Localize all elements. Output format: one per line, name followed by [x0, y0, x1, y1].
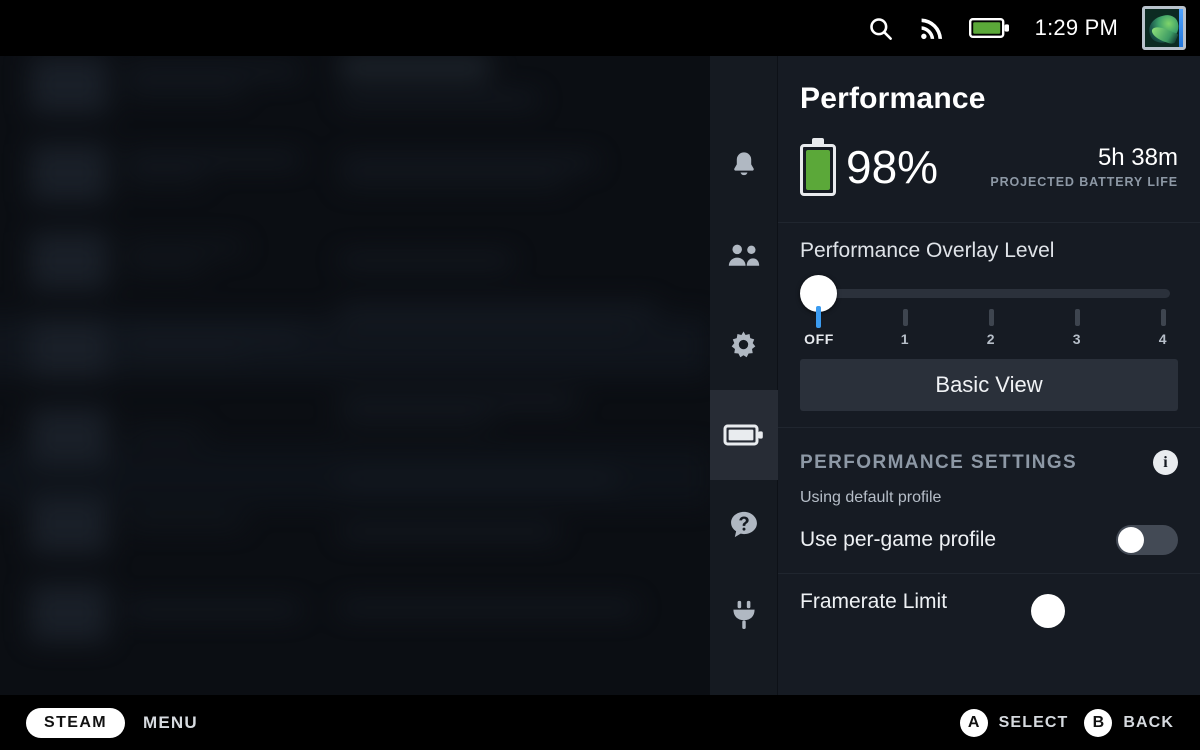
basic-view-button[interactable]: Basic View [800, 359, 1178, 411]
background-row [30, 496, 300, 554]
profile-subtitle: Using default profile [800, 489, 942, 506]
sidebar-item-help[interactable] [710, 480, 778, 570]
performance-settings-header: PERFORMANCE SETTINGS i [778, 428, 1200, 475]
steam-button[interactable]: STEAM [26, 707, 125, 738]
search-icon[interactable] [867, 15, 894, 42]
slider-tick [1161, 309, 1166, 326]
steam-deck-screen: 1:29 PM Performance 98% 5h 38m PROJECTED… [0, 0, 1200, 750]
background-thumb [30, 408, 108, 466]
slider-track[interactable] [818, 289, 1170, 298]
a-button-icon: A [959, 708, 988, 737]
qam-content: Performance 98% 5h 38m PROJECTED BATTERY… [778, 56, 1200, 695]
background-blur-layer [0, 56, 712, 695]
framerate-slider-knob[interactable] [1031, 594, 1065, 628]
section-title: PERFORMANCE SETTINGS [800, 451, 1078, 473]
background-thumb [30, 144, 108, 202]
background-thumb [30, 232, 108, 290]
bottom-bar: STEAM MENU A SELECT B BACK [0, 695, 1200, 750]
help-icon [730, 511, 757, 538]
background-row [30, 408, 300, 466]
battery-icon[interactable] [968, 16, 1011, 40]
background-heading [340, 56, 490, 78]
hint-label: BACK [1123, 713, 1174, 731]
button-hints: A SELECT B BACK [959, 708, 1200, 737]
slider-tick-label: 4 [1158, 331, 1168, 347]
background-row [30, 232, 300, 290]
overlay-level-label: Performance Overlay Level [800, 239, 1055, 262]
hint-back[interactable]: B BACK [1084, 708, 1174, 737]
background-thumb [30, 584, 108, 642]
slider-tick-label: 2 [986, 331, 996, 347]
slider-active-tick [816, 306, 821, 328]
avatar-highlight [1179, 9, 1183, 47]
bell-icon [733, 152, 754, 176]
battery-percent: 98% [846, 141, 939, 193]
battery-projection: 5h 38m PROJECTED BATTERY LIFE [990, 144, 1178, 189]
overlay-level-slider[interactable]: OFF 1 2 3 4 [800, 263, 1178, 349]
background-thumb [30, 320, 108, 378]
sidebar-item-friends[interactable] [710, 210, 778, 300]
battery-icon [800, 138, 836, 196]
wifi-icon[interactable] [918, 15, 945, 42]
blurred-library-background [0, 56, 712, 695]
sidebar-item-settings[interactable] [710, 300, 778, 390]
setting-row-framerate-limit[interactable]: Framerate Limit [778, 574, 1200, 628]
clock: 1:29 PM [1034, 15, 1118, 40]
background-column-left [30, 56, 300, 672]
slider-tick-label: 3 [1072, 331, 1082, 347]
sidebar-item-performance[interactable] [709, 390, 778, 480]
menu-label: MENU [143, 712, 198, 732]
slider-tick [1075, 309, 1080, 326]
background-row [30, 584, 300, 642]
qam-sidebar [709, 56, 778, 695]
page-title: Performance [800, 82, 986, 115]
sidebar-item-power[interactable] [710, 570, 778, 660]
setting-label: Framerate Limit [800, 590, 948, 613]
info-icon[interactable]: i [1153, 450, 1178, 475]
per-game-profile-toggle[interactable] [1116, 525, 1178, 555]
user-avatar[interactable] [1142, 6, 1186, 50]
battery-eta-label: PROJECTED BATTERY LIFE [990, 174, 1178, 189]
power-plug-icon [732, 600, 755, 630]
view-button-container: Basic View [778, 349, 1200, 427]
background-thumb [30, 56, 108, 114]
battery-icon [723, 424, 763, 446]
background-row [30, 56, 300, 114]
setting-label: Use per-game profile [800, 528, 997, 551]
hint-select[interactable]: A SELECT [959, 708, 1069, 737]
gear-icon [731, 330, 756, 357]
status-bar: 1:29 PM [0, 0, 1200, 56]
sidebar-item-notifications[interactable] [710, 120, 778, 210]
slider-tick-label: OFF [804, 331, 834, 347]
quick-access-menu: Performance 98% 5h 38m PROJECTED BATTERY… [709, 56, 1200, 695]
b-button-icon: B [1084, 708, 1113, 737]
background-row [30, 320, 300, 378]
battery-eta: 5h 38m [1097, 144, 1178, 172]
battery-summary: 98% 5h 38m PROJECTED BATTERY LIFE [778, 116, 1200, 222]
friends-icon [728, 244, 759, 266]
hint-label: SELECT [998, 713, 1069, 731]
background-column-right [340, 56, 670, 621]
setting-row-per-game-profile[interactable]: Use per-game profile [778, 507, 1200, 573]
background-thumb [30, 496, 108, 554]
slider-tick [989, 309, 994, 326]
toggle-knob [1118, 527, 1144, 553]
slider-tick [903, 309, 908, 326]
background-row [30, 144, 300, 202]
slider-tick-label: 1 [900, 331, 910, 347]
